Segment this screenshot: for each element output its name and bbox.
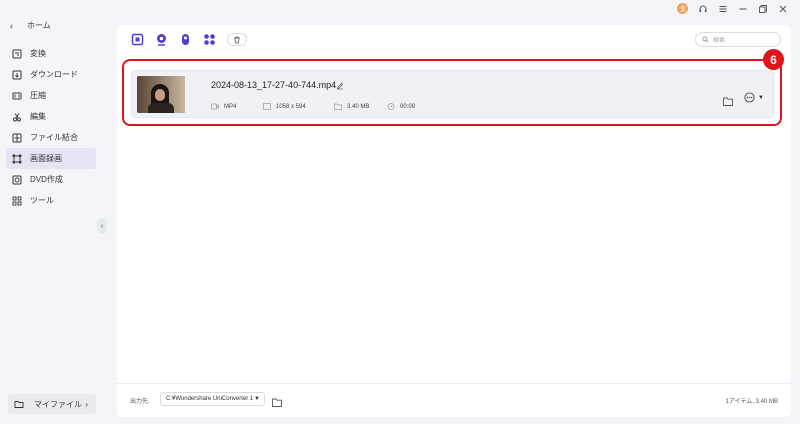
record-toolbar (131, 33, 247, 46)
sidebar-item-label: ダウンロード (30, 70, 78, 79)
chevron-left-icon: ‹ (100, 222, 104, 230)
window-controls (677, 3, 788, 14)
my-files-button[interactable]: マイファイル › (8, 394, 96, 414)
sidebar-item-convert[interactable]: 変換 (0, 43, 104, 64)
folder-icon (14, 399, 24, 409)
sidebar-item-label: 画面録画 (30, 154, 62, 163)
output-path-select[interactable]: C:¥Wondershare UniConverter 1 ▼ (160, 392, 265, 406)
sidebar-item-merge[interactable]: ファイル結合 (0, 127, 104, 148)
home-link[interactable]: ‹ ホーム (10, 20, 51, 31)
chevron-left-icon: ‹ (10, 20, 13, 31)
search-input[interactable]: 検索 (695, 32, 781, 47)
sidebar-item-label: 編集 (30, 112, 46, 121)
merge-icon (12, 133, 22, 143)
chevron-down-icon: ▼ (254, 396, 260, 402)
search-icon (702, 36, 709, 43)
audio-recorder-icon[interactable] (179, 33, 192, 46)
menu-icon[interactable] (717, 3, 728, 14)
main-panel: 検索 2024-08-13_17-27-40-744.mp4 MP4 1058 … (117, 25, 791, 417)
close-icon[interactable] (777, 3, 788, 14)
sidebar-item-tools[interactable]: ツール (0, 190, 104, 211)
screen-recorder-icon[interactable] (131, 33, 144, 46)
sidebar-item-label: 変換 (30, 49, 46, 58)
sidebar-item-label: ツール (30, 196, 54, 205)
home-label: ホーム (27, 21, 51, 30)
sidebar-item-download[interactable]: ダウンロード (0, 64, 104, 85)
search-placeholder: 検索 (713, 38, 726, 44)
sidebar-nav: 変換 ダウンロード 圧縮 編集 ファイル結合 画面録画 DVD作成 ツール (0, 43, 104, 211)
minimize-icon[interactable] (737, 3, 748, 14)
items-summary: 1アイテム, 3.40 MB (725, 399, 778, 405)
sidebar-item-label: ファイル結合 (30, 133, 78, 142)
annotation-highlight-box (122, 59, 782, 126)
restore-icon[interactable] (757, 3, 768, 14)
sidebar-item-dvd[interactable]: DVD作成 (0, 169, 104, 190)
output-location-label: 出力先: (130, 399, 150, 405)
my-files-label: マイファイル (34, 399, 82, 409)
sidebar-item-label: 圧縮 (30, 91, 46, 100)
sidebar-item-screen-record[interactable]: 画面録画 (6, 148, 96, 169)
sidebar-collapse-button[interactable]: ‹ (97, 218, 107, 234)
screen-record-icon (12, 154, 22, 164)
footer-bar: 出力先: C:¥Wondershare UniConverter 1 ▼ 1アイ… (117, 383, 791, 417)
more-tools-grid-icon[interactable] (203, 33, 216, 46)
download-icon (12, 70, 22, 80)
tools-grid-icon (12, 196, 22, 206)
compress-icon (12, 91, 22, 101)
headset-icon[interactable] (697, 3, 708, 14)
annotation-step-badge: 6 (763, 49, 784, 70)
convert-icon (12, 49, 22, 59)
trash-icon (234, 36, 240, 43)
chevron-right-icon: › (85, 399, 88, 409)
sidebar-item-compress[interactable]: 圧縮 (0, 85, 104, 106)
sidebar-item-label: DVD作成 (30, 175, 63, 184)
output-path-value: C:¥Wondershare UniConverter 1 (166, 396, 254, 402)
user-avatar-icon[interactable] (677, 3, 688, 14)
delete-button[interactable] (227, 33, 247, 46)
browse-folder-icon[interactable] (272, 394, 282, 407)
webcam-recorder-icon[interactable] (155, 33, 168, 46)
dvd-icon (12, 175, 22, 185)
sidebar: ‹ ホーム 変換 ダウンロード 圧縮 編集 ファイル結合 画面録画 DVD作成 … (0, 0, 107, 424)
sidebar-item-edit[interactable]: 編集 (0, 106, 104, 127)
scissors-icon (12, 112, 22, 122)
